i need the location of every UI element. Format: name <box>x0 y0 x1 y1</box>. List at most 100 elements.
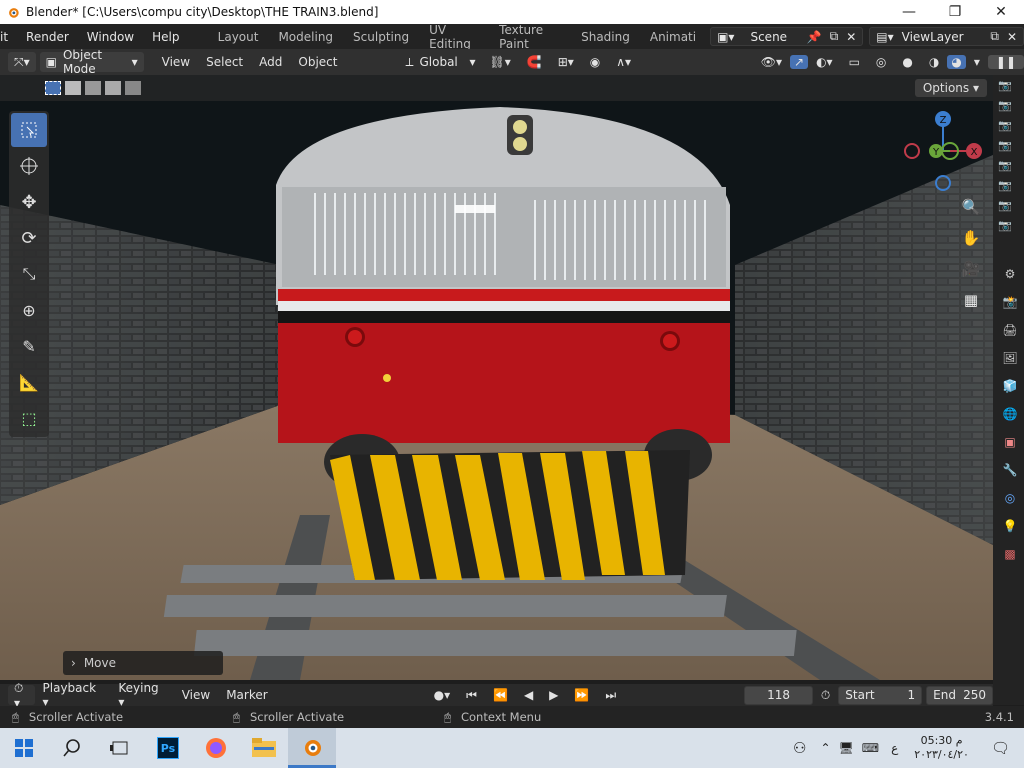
output-properties-icon[interactable]: 🖨 <box>998 316 1022 344</box>
camera-visibility-icon[interactable]: 📷 <box>996 115 1014 135</box>
proportional-edit-icon[interactable]: ◉ <box>582 55 608 69</box>
people-icon[interactable]: ⚇ <box>793 739 806 757</box>
perspective-grid-icon[interactable]: ▦ <box>958 286 984 314</box>
scene-selector[interactable]: ▣▾ Scene 📌 ⧉ ✕ <box>710 27 864 46</box>
jump-keyframe-back-icon[interactable]: ⏪ <box>485 688 516 702</box>
render-properties-icon[interactable]: 📸 <box>998 288 1022 316</box>
select-intersect-icon[interactable] <box>125 81 141 95</box>
world-properties-icon[interactable]: 🌐 <box>998 400 1022 428</box>
notifications-icon[interactable]: 🗨 <box>991 739 1010 757</box>
editor-type-button[interactable]: ⤧▾ <box>8 52 36 72</box>
cursor-tool-icon[interactable] <box>11 149 47 183</box>
select-subtract-icon[interactable] <box>85 81 101 95</box>
shading-options-icon[interactable]: ▾ <box>966 55 988 69</box>
jump-keyframe-forward-icon[interactable]: ⏩ <box>566 688 597 702</box>
orientation-dropdown[interactable]: ⟂ Global ▾ <box>399 52 481 72</box>
tab-layout[interactable]: Layout <box>208 30 269 44</box>
camera-visibility-icon[interactable]: 📷 <box>996 215 1014 235</box>
select-extend-icon[interactable] <box>65 81 81 95</box>
shading-solid-icon[interactable]: ● <box>894 55 920 69</box>
snap-icon[interactable]: 🧲 <box>519 55 550 69</box>
tab-sculpting[interactable]: Sculpting <box>343 30 419 44</box>
camera-visibility-icon[interactable]: 📷 <box>996 75 1014 95</box>
windows-start-icon[interactable] <box>0 728 48 768</box>
menu-timeline-view[interactable]: View <box>174 688 218 702</box>
options-button[interactable]: Options ▾ <box>914 79 987 97</box>
menu-file-partial[interactable]: it <box>0 30 17 44</box>
add-cube-tool-icon[interactable]: ⬚ <box>11 401 47 435</box>
camera-visibility-icon[interactable]: 📷 <box>996 195 1014 215</box>
physics-properties-icon[interactable]: ◎ <box>998 484 1022 512</box>
rotate-tool-icon[interactable]: ⟳ <box>11 221 47 255</box>
texture-properties-icon[interactable]: ▩ <box>998 540 1022 568</box>
menu-playback[interactable]: Playback ▾ <box>35 681 111 709</box>
object-properties-icon[interactable]: ▣ <box>998 428 1022 456</box>
camera-visibility-icon[interactable]: 📷 <box>996 95 1014 115</box>
jump-end-icon[interactable]: ⏭ <box>597 688 624 703</box>
annotate-tool-icon[interactable]: ✎ <box>11 329 47 363</box>
close-button[interactable]: ✕ <box>978 0 1024 24</box>
snap-increment-icon[interactable]: ⊞▾ <box>550 55 582 69</box>
view-layer-selector[interactable]: ▤▾ ViewLayer ⧉ ✕ <box>869 27 1024 46</box>
blender-taskbar-icon[interactable] <box>288 728 336 768</box>
menu-render[interactable]: Render <box>17 30 78 44</box>
zoom-icon[interactable]: 🔍 <box>958 193 984 221</box>
mode-dropdown[interactable]: ▣ Object Mode ▾ <box>39 48 144 76</box>
navigation-gizmo[interactable]: Z Y X <box>898 111 988 201</box>
select-invert-icon[interactable] <box>105 81 121 95</box>
preview-range-icon[interactable]: ⏱ <box>813 688 838 703</box>
transform-tool-icon[interactable]: ⊕ <box>11 293 47 327</box>
measure-tool-icon[interactable]: 📐 <box>11 365 47 399</box>
task-view-icon[interactable] <box>96 728 144 768</box>
firefox-icon[interactable] <box>192 728 240 768</box>
tab-uv-editing[interactable]: UV Editing <box>419 23 489 51</box>
scene-properties-icon[interactable]: 🧊 <box>998 372 1022 400</box>
maximize-button[interactable]: ❐ <box>932 0 978 24</box>
menu-keying[interactable]: Keying ▾ <box>110 681 173 709</box>
camera-visibility-icon[interactable]: 📷 <box>996 155 1014 175</box>
play-reverse-icon[interactable]: ◀ <box>516 688 541 702</box>
language-indicator[interactable]: ع <box>891 741 898 755</box>
current-frame-field[interactable]: 118 <box>744 685 813 705</box>
light-properties-icon[interactable]: 💡 <box>998 512 1022 540</box>
shading-rendered-icon[interactable]: ◕ <box>947 55 966 69</box>
camera-visibility-icon[interactable]: 📷 <box>996 175 1014 195</box>
file-explorer-icon[interactable] <box>240 728 288 768</box>
camera-view-icon[interactable]: 🎥 <box>958 255 984 283</box>
modifier-properties-icon[interactable]: 🔧 <box>998 456 1022 484</box>
auto-key-icon[interactable]: ●▾ <box>426 688 459 702</box>
view-layer-properties-icon[interactable]: 🖼 <box>998 344 1022 372</box>
select-box-tool-icon[interactable] <box>11 113 47 147</box>
photoshop-icon[interactable]: Ps <box>144 728 192 768</box>
3d-viewport[interactable]: Options ▾ ✥ ⟳ ⤡ ⊕ ✎ 📐 ⬚ Z Y X 🔍 ✋ 🎥 ▦ › … <box>0 75 993 680</box>
keyboard-icon[interactable]: ⌨ <box>862 741 879 755</box>
visibility-icon[interactable]: 👁▾ <box>753 55 790 69</box>
tool-properties-icon[interactable]: ⚙ <box>998 260 1022 288</box>
chevron-up-icon[interactable]: ⌃ <box>820 741 830 755</box>
last-operator-panel[interactable]: › Move <box>63 651 223 675</box>
start-frame-field[interactable]: Start 1 <box>838 685 923 705</box>
shading-material-icon[interactable]: ◑ <box>921 55 947 69</box>
menu-select[interactable]: Select <box>198 55 251 69</box>
menu-object[interactable]: Object <box>290 55 345 69</box>
menu-window[interactable]: Window <box>78 30 143 44</box>
scale-tool-icon[interactable]: ⤡ <box>11 257 47 291</box>
move-tool-icon[interactable]: ✥ <box>11 185 47 219</box>
tab-animation[interactable]: Animati <box>640 30 706 44</box>
falloff-icon[interactable]: ∧▾ <box>608 55 639 69</box>
menu-add[interactable]: Add <box>251 55 290 69</box>
select-new-icon[interactable] <box>45 81 61 95</box>
pause-render-icon[interactable]: ❚❚ <box>987 55 1024 69</box>
search-icon[interactable] <box>48 728 96 768</box>
tab-shading[interactable]: Shading <box>571 30 640 44</box>
minimize-button[interactable]: — <box>886 0 932 24</box>
network-icon[interactable]: 🖥 <box>839 741 854 755</box>
camera-visibility-icon[interactable]: 📷 <box>996 135 1014 155</box>
play-icon[interactable]: ▶ <box>541 688 566 702</box>
end-frame-field[interactable]: End 250 <box>926 685 993 705</box>
xray-icon[interactable]: ▭ <box>841 55 868 69</box>
overlays-icon[interactable]: ◐▾ <box>808 55 841 69</box>
tab-modeling[interactable]: Modeling <box>268 30 343 44</box>
pivot-icon[interactable]: ⛓▾ <box>481 55 518 69</box>
timeline-editor-type[interactable]: ⏱▾ <box>8 681 35 710</box>
